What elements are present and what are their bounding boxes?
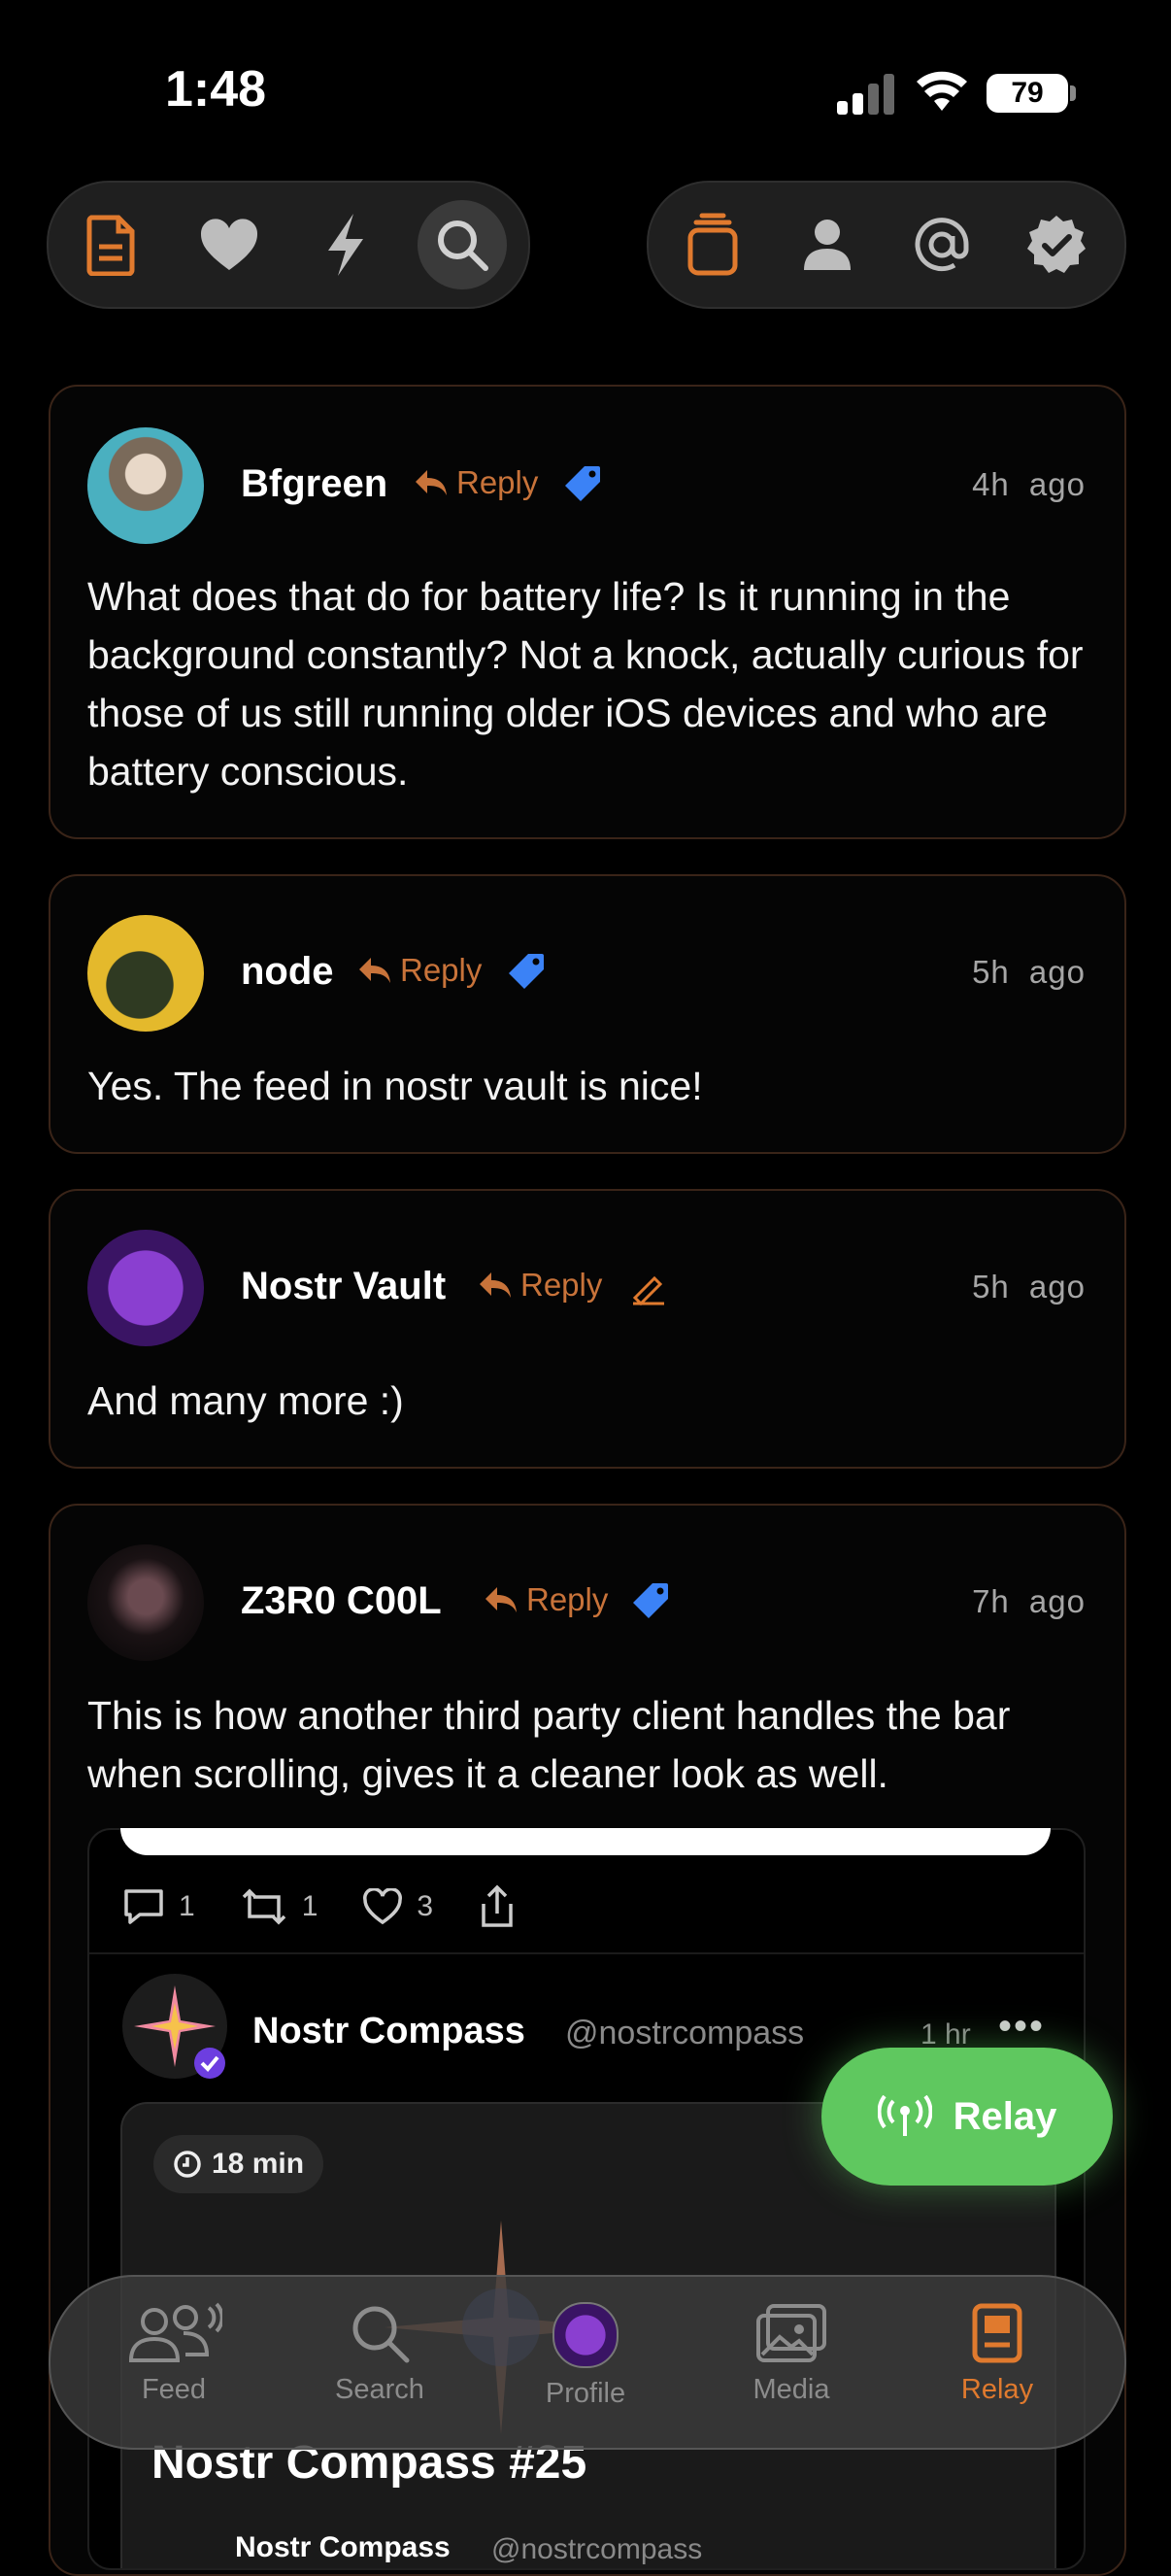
tab-label: Relay xyxy=(960,2374,1034,2405)
reply-label: Reply xyxy=(526,1581,609,1617)
post-time: 5h ago xyxy=(972,954,1086,990)
search-icon xyxy=(352,2306,410,2363)
notes-filter-button[interactable] xyxy=(66,200,155,289)
reply-label: Reply xyxy=(400,952,483,988)
heart-icon xyxy=(200,219,258,270)
zaps-filter-button[interactable] xyxy=(301,200,390,289)
more-icon: ••• xyxy=(998,2005,1046,2048)
reply-arrow-icon xyxy=(416,470,447,495)
reply-arrow-icon xyxy=(359,958,390,983)
embed-author-handle: @nostrcompass xyxy=(565,2015,805,2051)
username[interactable]: Nostr Vault xyxy=(241,1265,446,1308)
avatar[interactable] xyxy=(87,1230,204,1346)
repost-count: 1 xyxy=(240,1887,318,1926)
tab-label: Profile xyxy=(545,2378,626,2409)
reply-indicator[interactable]: Reply xyxy=(478,1267,602,1304)
battery-cap xyxy=(1070,85,1076,101)
stack-icon xyxy=(687,213,738,276)
read-time-badge: 18 min xyxy=(153,2135,324,2193)
embed-author-name: Nostr Compass xyxy=(252,2011,525,2051)
tab-relay[interactable]: Relay xyxy=(905,2302,1089,2406)
embed-blurred-top xyxy=(120,1828,1051,1855)
relay-button[interactable]: Relay xyxy=(821,2048,1113,2186)
blue-tag-icon xyxy=(565,466,600,501)
reply-label: Reply xyxy=(456,464,539,500)
article-author-name: Nostr Compass xyxy=(235,2531,451,2563)
tab-label: Feed xyxy=(141,2374,207,2405)
embed-time: 1 hr xyxy=(920,2018,971,2051)
article-author-handle: @nostrcompass xyxy=(491,2533,703,2565)
reply-label: Reply xyxy=(520,1267,603,1303)
username[interactable]: Bfgreen xyxy=(241,462,387,506)
people-icon xyxy=(128,2302,222,2362)
battery-level: 79 xyxy=(987,74,1068,113)
post-time: 4h ago xyxy=(972,466,1086,502)
likes-filter-button[interactable] xyxy=(184,200,274,289)
comment-count: 1 xyxy=(122,1887,195,1926)
clock-icon xyxy=(174,2151,201,2178)
avatar xyxy=(122,1974,227,2079)
feed-filter-group-left xyxy=(47,181,530,309)
reply-indicator[interactable]: Reply xyxy=(484,1581,608,1618)
antenna-icon xyxy=(877,2095,932,2136)
post-time: 5h ago xyxy=(972,1269,1086,1305)
tab-media[interactable]: Media xyxy=(699,2302,884,2406)
avatar[interactable] xyxy=(87,915,204,1032)
notes-icon xyxy=(86,215,135,276)
verified-icon xyxy=(1027,216,1086,273)
following-button[interactable] xyxy=(783,200,872,289)
relay-button-label: Relay xyxy=(953,2094,1057,2138)
tab-label: Media xyxy=(753,2374,830,2405)
embedded-image[interactable]: 1 1 3 Nostr Compass @nostrcompass 1 hr •… xyxy=(87,1828,1086,2570)
compass-star-icon xyxy=(134,1985,225,2079)
avatar[interactable] xyxy=(87,427,204,544)
wifi-icon xyxy=(917,71,967,111)
share-icon xyxy=(482,1884,513,1927)
divider xyxy=(89,1952,1084,1954)
like-count: 3 xyxy=(362,1888,433,1925)
note-content: What does that do for battery life? Is i… xyxy=(87,574,1084,794)
tab-search[interactable]: Search xyxy=(287,2302,472,2406)
note-content: Yes. The feed in nostr vault is nice! xyxy=(87,1064,703,1108)
cellular-signal-icon xyxy=(837,72,895,115)
person-icon xyxy=(804,220,851,270)
relay-doc-icon xyxy=(972,2303,1022,2363)
at-icon xyxy=(915,218,969,272)
all-feed-button[interactable] xyxy=(668,200,757,289)
tab-profile[interactable]: Profile xyxy=(493,2302,678,2410)
avatar[interactable] xyxy=(87,1544,204,1661)
search-filter-button[interactable] xyxy=(418,200,507,289)
note-content: This is how another third party client h… xyxy=(87,1693,1011,1796)
tab-bar: Feed Search Profile Media Relay xyxy=(49,2275,1126,2450)
reply-arrow-icon xyxy=(480,1272,511,1298)
pen-icon xyxy=(632,1275,664,1305)
reply-indicator[interactable]: Reply xyxy=(414,464,538,501)
tab-label: Search xyxy=(335,2374,424,2405)
verified-filter-button[interactable] xyxy=(1012,200,1101,289)
embed-stats: 1 1 3 xyxy=(122,1884,517,1929)
reply-arrow-icon xyxy=(485,1587,517,1612)
blue-tag-icon xyxy=(509,954,544,989)
feed-filter-group-right xyxy=(647,181,1126,309)
heart-outline-icon xyxy=(363,1888,403,1925)
zap-icon xyxy=(328,214,363,276)
tab-feed[interactable]: Feed xyxy=(82,2302,266,2406)
status-time: 1:48 xyxy=(165,61,267,118)
note-content: And many more :) xyxy=(87,1378,404,1423)
post-time: 7h ago xyxy=(972,1583,1086,1619)
note-card[interactable]: node Reply 5h ago Yes. The feed in nostr… xyxy=(49,874,1126,1154)
search-icon xyxy=(438,220,488,271)
mentions-button[interactable] xyxy=(897,200,987,289)
blue-tag-icon xyxy=(633,1583,668,1618)
comment-icon xyxy=(124,1889,163,1924)
note-card[interactable]: Bfgreen Reply 4h ago What does that do f… xyxy=(49,385,1126,839)
username[interactable]: Z3R0 C00L xyxy=(241,1579,442,1623)
avatar xyxy=(552,2302,619,2368)
reply-indicator[interactable]: Reply xyxy=(357,952,482,989)
username[interactable]: node xyxy=(241,950,334,994)
repost-icon xyxy=(242,1888,285,1925)
note-card[interactable]: Nostr Vault Reply 5h ago And many more :… xyxy=(49,1189,1126,1469)
photos-icon xyxy=(756,2304,826,2362)
